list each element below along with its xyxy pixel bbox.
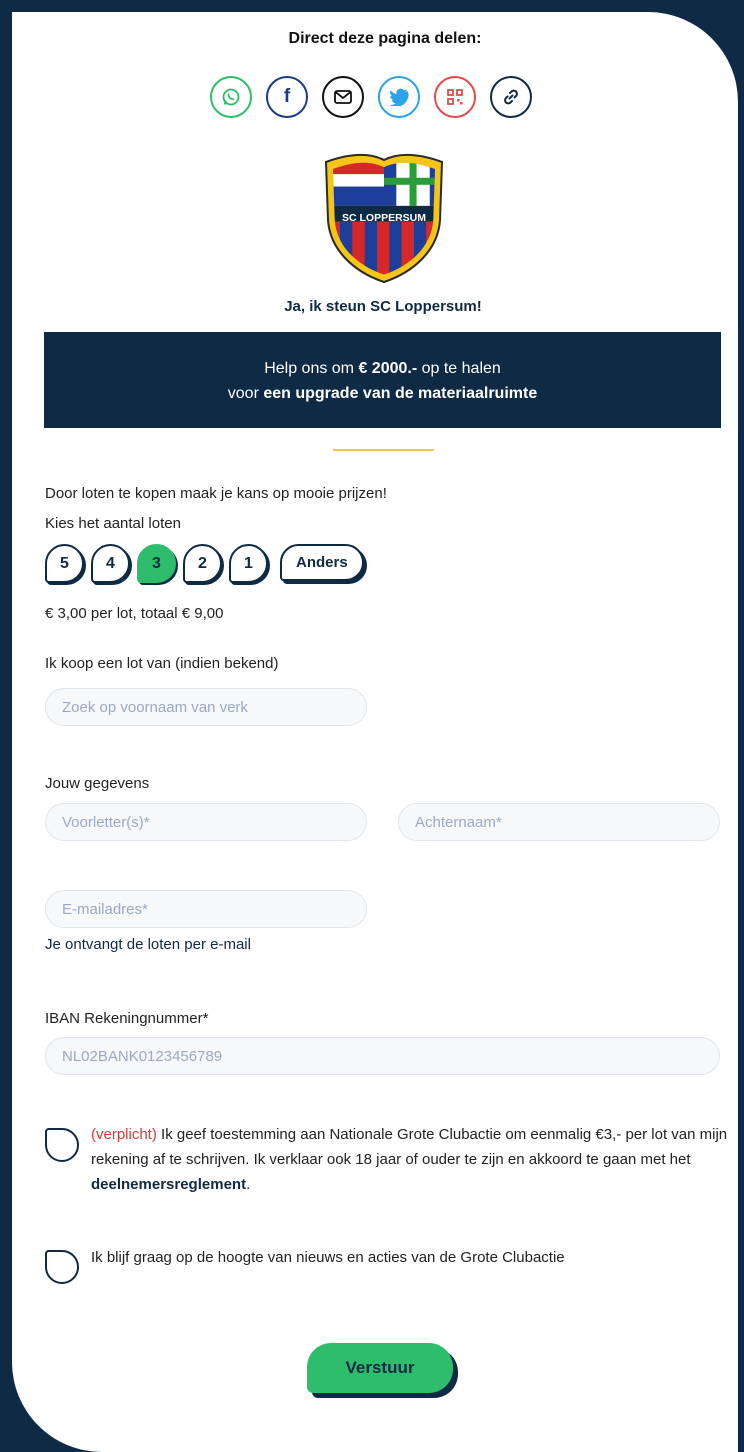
newsletter-checkbox[interactable]	[45, 1250, 79, 1284]
lastname-field[interactable]	[398, 803, 720, 841]
banner-text: op te halen	[417, 360, 501, 377]
facebook-icon: f	[283, 86, 291, 107]
iban-label: IBAN Rekeningnummer*	[45, 1010, 209, 1027]
submit-button[interactable]: Verstuur	[307, 1343, 453, 1393]
consent-end: .	[246, 1176, 251, 1193]
banner-text: voor	[227, 385, 264, 402]
share-email-button[interactable]	[322, 76, 364, 118]
share-facebook-button[interactable]: f	[266, 76, 308, 118]
link-icon	[504, 89, 518, 105]
divider	[333, 449, 434, 451]
whatsapp-icon	[222, 88, 240, 106]
quantity-option[interactable]: 2	[183, 544, 222, 583]
share-twitter-button[interactable]	[378, 76, 420, 118]
share-title: Direct deze pagina delen:	[288, 30, 482, 47]
other-quantity-button[interactable]: Anders	[280, 544, 364, 581]
quantity-selector: 5 4 3 2 1 Anders	[45, 544, 364, 583]
share-qr-button[interactable]	[434, 76, 476, 118]
seller-search-input[interactable]	[45, 688, 367, 726]
quantity-option[interactable]: 1	[229, 544, 268, 583]
rules-link[interactable]: deelnemersreglement	[91, 1176, 246, 1193]
qr-code-icon	[447, 89, 463, 105]
newsletter-text: Ik blijf graag op de hoogte van nieuws e…	[91, 1249, 565, 1266]
price-summary: € 3,00 per lot, totaal € 9,00	[45, 605, 224, 622]
quantity-option[interactable]: 5	[45, 544, 84, 583]
quantity-option[interactable]: 4	[91, 544, 130, 583]
required-tag: (verplicht)	[91, 1126, 157, 1143]
initials-field[interactable]	[45, 803, 367, 841]
intro-text: Door loten te kopen maak je kans op mooi…	[45, 485, 387, 502]
consent-text: (verplicht) Ik geef toestemming aan Nati…	[91, 1122, 731, 1197]
share-whatsapp-button[interactable]	[210, 76, 252, 118]
details-label: Jouw gegevens	[45, 775, 150, 792]
email-field[interactable]	[45, 890, 367, 928]
consent-checkbox[interactable]	[45, 1128, 79, 1162]
goal-banner: Help ons om € 2000.- op te halen voor ee…	[44, 332, 721, 428]
club-crest-logo: SC LOPPERSUM	[324, 154, 444, 284]
banner-text: Help ons om	[264, 360, 359, 377]
iban-field[interactable]	[45, 1037, 720, 1075]
seller-label: Ik koop een lot van (indien bekend)	[45, 655, 279, 672]
email-note: Je ontvangt de loten per e-mail	[45, 936, 251, 953]
copy-link-button[interactable]	[490, 76, 532, 118]
logo-text: SC LOPPERSUM	[342, 212, 426, 224]
email-icon	[334, 90, 352, 104]
quantity-option-selected[interactable]: 3	[137, 544, 176, 583]
support-tagline: Ja, ik steun SC Loppersum!	[284, 298, 482, 315]
share-buttons: f	[210, 76, 532, 118]
consent-body: Ik geef toestemming aan Nationale Grote …	[91, 1126, 728, 1168]
quantity-label: Kies het aantal loten	[45, 515, 181, 532]
goal-description: een upgrade van de materiaalruimte	[263, 385, 538, 402]
goal-amount: € 2000.-	[358, 360, 418, 377]
twitter-icon	[389, 88, 409, 106]
